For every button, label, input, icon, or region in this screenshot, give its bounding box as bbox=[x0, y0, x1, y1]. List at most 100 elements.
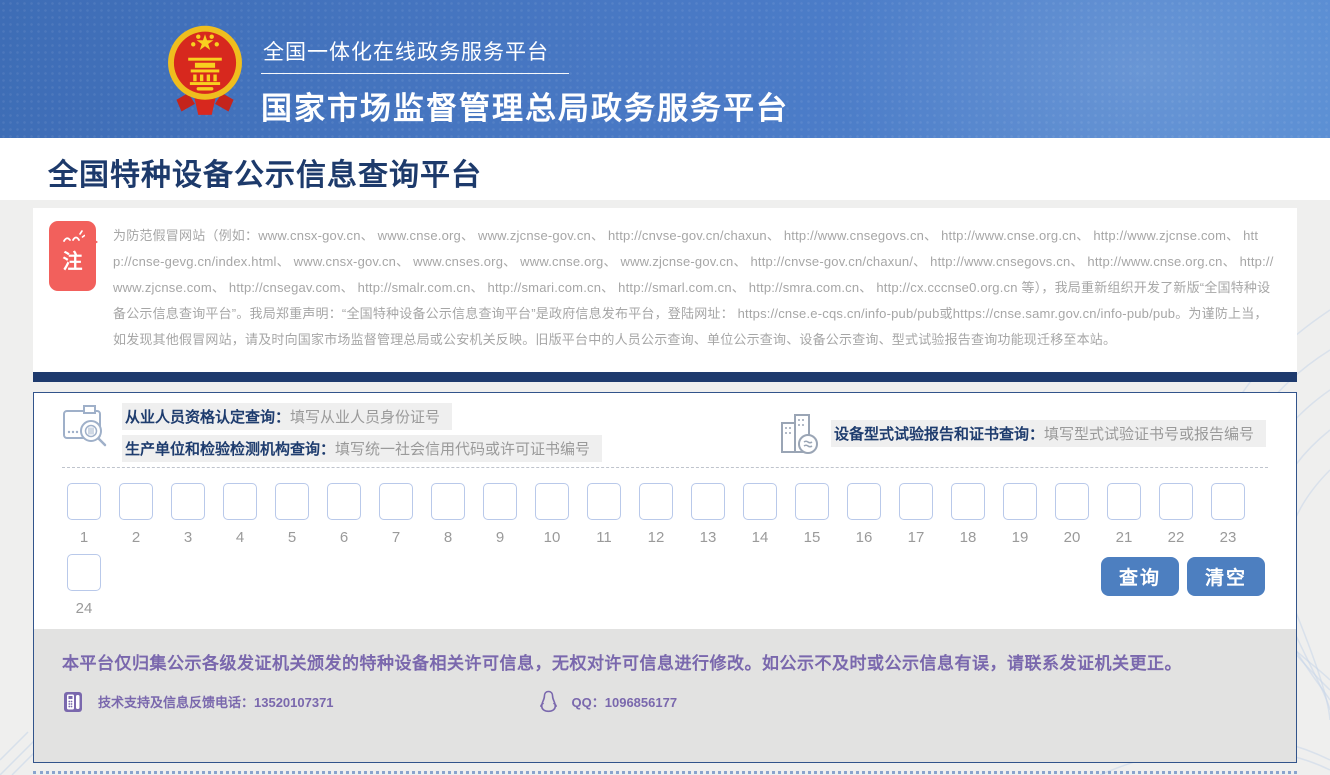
code-cell: 19 bbox=[1003, 483, 1037, 546]
code-cell-input-2[interactable] bbox=[119, 483, 153, 520]
code-cell: 23 bbox=[1211, 483, 1245, 546]
qq-text: QQ：1096856177 bbox=[572, 692, 678, 711]
code-cell-number: 6 bbox=[327, 529, 361, 546]
code-cell-input-9[interactable] bbox=[483, 483, 517, 520]
person-query-value: 填写从业人员身份证号 bbox=[290, 409, 440, 426]
navy-divider-bar bbox=[33, 372, 1297, 382]
device-query-hint: 设备型式试验报告和证书查询：填写型式试验证书号或报告编号 bbox=[831, 420, 1266, 447]
code-cell: 16 bbox=[847, 483, 881, 546]
device-query-value: 填写型式试验证书号或报告编号 bbox=[1044, 426, 1254, 443]
contact-row: 技术支持及信息反馈电话：13520107371 QQ：1096856177 bbox=[62, 690, 1251, 713]
code-cell-input-21[interactable] bbox=[1107, 483, 1141, 520]
header-title: 国家市场监督管理总局政务服务平台 bbox=[261, 83, 789, 128]
code-cell-number: 14 bbox=[743, 529, 777, 546]
code-cell: 17 bbox=[899, 483, 933, 546]
notice-badge-char: 注 bbox=[49, 250, 96, 274]
code-cell-number: 1 bbox=[67, 529, 101, 546]
code-cell-input-11[interactable] bbox=[587, 483, 621, 520]
code-cell-input-24[interactable] bbox=[67, 554, 101, 591]
code-cell-number: 23 bbox=[1211, 529, 1245, 546]
code-cell-input-19[interactable] bbox=[1003, 483, 1037, 520]
disclaimer-text: 本平台仅归集公示各级发证机关颁发的特种设备相关许可信息，无权对许可信息进行修改。… bbox=[62, 649, 1251, 678]
code-cell: 7 bbox=[379, 483, 413, 546]
code-cell-input-12[interactable] bbox=[639, 483, 673, 520]
person-query-hint: 从业人员资格认定查询：填写从业人员身份证号 bbox=[122, 403, 452, 430]
code-cell-input-3[interactable] bbox=[171, 483, 205, 520]
code-cell-input-6[interactable] bbox=[327, 483, 361, 520]
code-cell: 3 bbox=[171, 483, 205, 546]
device-query-hints: 设备型式试验报告和证书查询：填写型式试验证书号或报告编号 bbox=[779, 411, 1266, 455]
code-cell: 9 bbox=[483, 483, 517, 546]
code-cell-number: 2 bbox=[119, 529, 153, 546]
code-cell-number: 5 bbox=[275, 529, 309, 546]
code-cell-number: 7 bbox=[379, 529, 413, 546]
code-cell-input-22[interactable] bbox=[1159, 483, 1193, 520]
action-buttons: 查询 清空 bbox=[1101, 557, 1265, 596]
bottom-dotted-divider bbox=[33, 771, 1297, 774]
code-cell-input-4[interactable] bbox=[223, 483, 257, 520]
code-cell-number: 22 bbox=[1159, 529, 1193, 546]
code-cell-input-17[interactable] bbox=[899, 483, 933, 520]
code-cell-input-13[interactable] bbox=[691, 483, 725, 520]
code-cell-number: 3 bbox=[171, 529, 205, 546]
notice-text: 为防范假冒网站（例如：www.cnsx-gov.cn、 www.cnse.org… bbox=[113, 223, 1275, 353]
code-cell-input-5[interactable] bbox=[275, 483, 309, 520]
code-cell: 1 bbox=[67, 483, 101, 546]
device-query-label: 设备型式试验报告和证书查询： bbox=[834, 426, 1044, 443]
code-cell-number: 15 bbox=[795, 529, 829, 546]
code-cell: 20 bbox=[1055, 483, 1089, 546]
person-query-label: 从业人员资格认定查询： bbox=[125, 409, 290, 426]
code-cell-number: 4 bbox=[223, 529, 257, 546]
code-cell: 15 bbox=[795, 483, 829, 546]
hint-lines: 从业人员资格认定查询：填写从业人员身份证号 生产单位和检验检测机构查询：填写统一… bbox=[122, 403, 602, 462]
id-card-search-icon bbox=[62, 403, 110, 449]
unit-query-value: 填写统一社会信用代码或许可证书编号 bbox=[335, 441, 590, 458]
code-cell-input-23[interactable] bbox=[1211, 483, 1245, 520]
code-cell: 18 bbox=[951, 483, 985, 546]
notice-badge-icon: 注 bbox=[49, 221, 96, 291]
dashed-separator bbox=[62, 467, 1268, 468]
header-subtitle: 全国一体化在线政务服务平台 bbox=[261, 36, 569, 74]
header-text-block: 全国一体化在线政务服务平台 国家市场监督管理总局政务服务平台 bbox=[261, 36, 789, 128]
code-cell: 6 bbox=[327, 483, 361, 546]
code-cell-number: 16 bbox=[847, 529, 881, 546]
page-title-band: 全国特种设备公示信息查询平台 bbox=[0, 138, 1330, 200]
code-cell-number: 9 bbox=[483, 529, 517, 546]
search-button[interactable]: 查询 bbox=[1101, 557, 1179, 596]
code-cell-input-14[interactable] bbox=[743, 483, 777, 520]
code-cell-input-1[interactable] bbox=[67, 483, 101, 520]
code-cell-number: 13 bbox=[691, 529, 725, 546]
code-cell: 5 bbox=[275, 483, 309, 546]
fax-phone-icon bbox=[62, 691, 84, 713]
code-cell-number: 24 bbox=[67, 600, 101, 617]
alert-face-icon bbox=[61, 230, 85, 245]
code-cell-number: 11 bbox=[587, 529, 621, 546]
unit-query-hint: 生产单位和检验检测机构查询：填写统一社会信用代码或许可证书编号 bbox=[122, 435, 602, 462]
anti-fake-notice-box: 注 为防范假冒网站（例如：www.cnsx-gov.cn、 www.cnse.o… bbox=[33, 208, 1297, 372]
code-cell-input-16[interactable] bbox=[847, 483, 881, 520]
code-cell-number: 12 bbox=[639, 529, 673, 546]
code-cell-number: 8 bbox=[431, 529, 465, 546]
code-cell-number: 21 bbox=[1107, 529, 1141, 546]
code-cell-input-10[interactable] bbox=[535, 483, 569, 520]
main-content: 注 为防范假冒网站（例如：www.cnsx-gov.cn、 www.cnse.o… bbox=[0, 200, 1330, 774]
code-cell-input-7[interactable] bbox=[379, 483, 413, 520]
clear-button[interactable]: 清空 bbox=[1187, 557, 1265, 596]
code-cell-input-20[interactable] bbox=[1055, 483, 1089, 520]
code-cell: 13 bbox=[691, 483, 725, 546]
unit-query-label: 生产单位和检验检测机构查询： bbox=[125, 441, 335, 458]
code-cell: 4 bbox=[223, 483, 257, 546]
code-cell-input-8[interactable] bbox=[431, 483, 465, 520]
code-cell-input-15[interactable] bbox=[795, 483, 829, 520]
support-phone-text: 技术支持及信息反馈电话：13520107371 bbox=[98, 692, 334, 711]
site-header: 全国一体化在线政务服务平台 国家市场监督管理总局政务服务平台 bbox=[0, 0, 1330, 138]
code-cell-number: 10 bbox=[535, 529, 569, 546]
building-certificate-icon bbox=[779, 411, 819, 455]
page-title: 全国特种设备公示信息查询平台 bbox=[48, 150, 482, 194]
code-cell-number: 20 bbox=[1055, 529, 1089, 546]
code-cell-input-18[interactable] bbox=[951, 483, 985, 520]
code-cell: 14 bbox=[743, 483, 777, 546]
code-cell: 10 bbox=[535, 483, 569, 546]
person-unit-query-hints: 从业人员资格认定查询：填写从业人员身份证号 生产单位和检验检测机构查询：填写统一… bbox=[62, 403, 602, 462]
code-cell: 12 bbox=[639, 483, 673, 546]
